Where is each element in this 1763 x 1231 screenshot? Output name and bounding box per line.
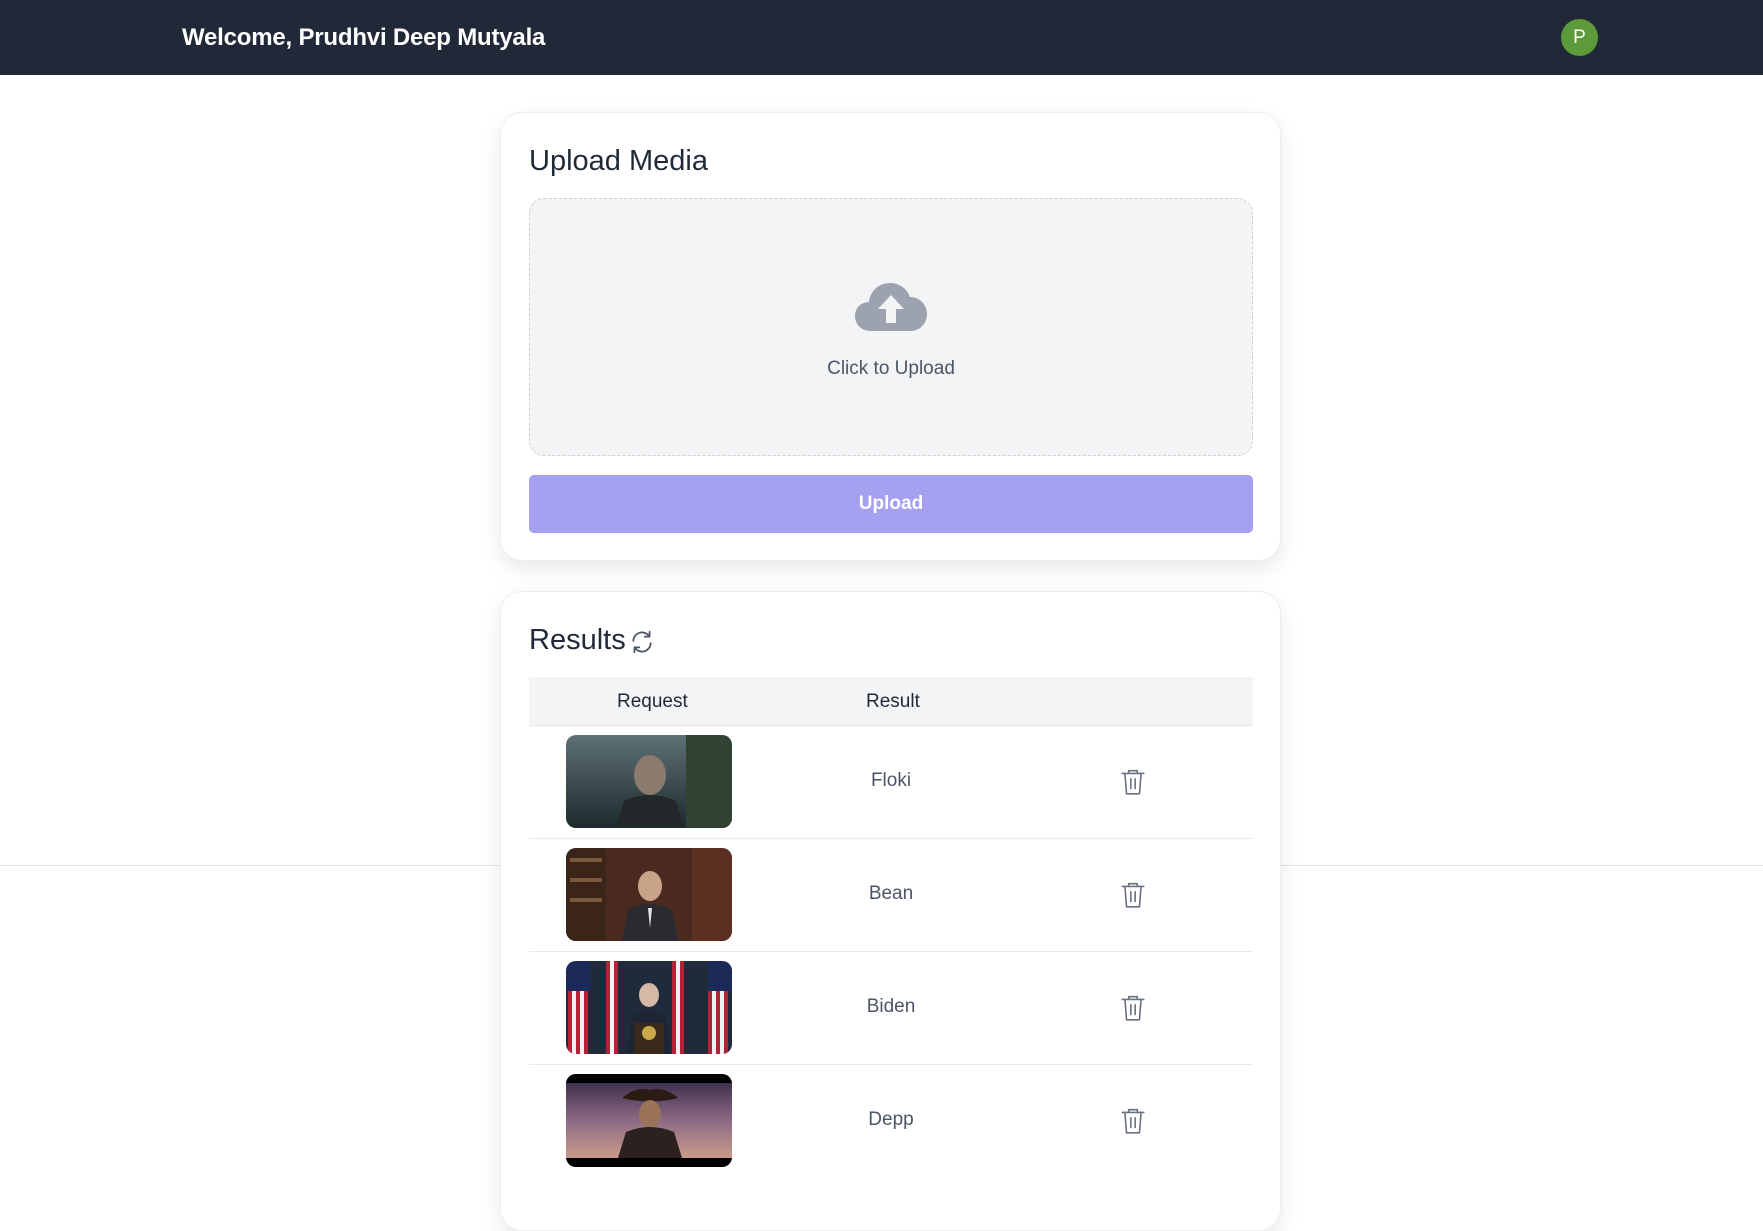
trash-icon[interactable] [1120, 768, 1146, 796]
upload-media-card: Upload Media Click to Upload Upload [500, 112, 1281, 561]
trash-icon[interactable] [1120, 881, 1146, 909]
table-header: Request Result [529, 677, 1253, 726]
trash-icon[interactable] [1120, 1107, 1146, 1135]
column-header-result: Result [866, 691, 920, 712]
table-row: Bean [529, 839, 1253, 952]
trash-icon[interactable] [1120, 994, 1146, 1022]
top-navbar: Welcome, Prudhvi Deep Mutyala P [0, 0, 1763, 75]
cloud-upload-icon [855, 283, 927, 331]
results-table: Request Result Floki Bean Biden Depp [529, 677, 1253, 1178]
refresh-icon[interactable] [629, 629, 655, 655]
welcome-text: Welcome, Prudhvi Deep Mutyala [182, 24, 546, 51]
upload-media-title: Upload Media [529, 145, 708, 177]
results-card: Results Request Result Floki Bean Biden … [500, 591, 1281, 1231]
table-row: Biden [529, 952, 1253, 1065]
upload-dropzone[interactable]: Click to Upload [529, 198, 1253, 456]
result-name: Depp [868, 1109, 914, 1130]
upload-button[interactable]: Upload [529, 475, 1253, 533]
dropzone-label: Click to Upload [827, 358, 955, 379]
user-avatar[interactable]: P [1561, 19, 1598, 56]
table-row: Floki [529, 726, 1253, 839]
column-header-request: Request [617, 691, 688, 712]
result-name: Floki [870, 770, 912, 791]
table-row: Depp [529, 1065, 1253, 1178]
video-thumbnail[interactable] [566, 848, 732, 941]
result-name: Biden [866, 996, 916, 1017]
video-thumbnail[interactable] [566, 735, 732, 828]
result-name: Bean [868, 883, 914, 904]
video-thumbnail[interactable] [566, 961, 732, 1054]
video-thumbnail[interactable] [566, 1074, 732, 1167]
results-title: Results [529, 624, 626, 656]
